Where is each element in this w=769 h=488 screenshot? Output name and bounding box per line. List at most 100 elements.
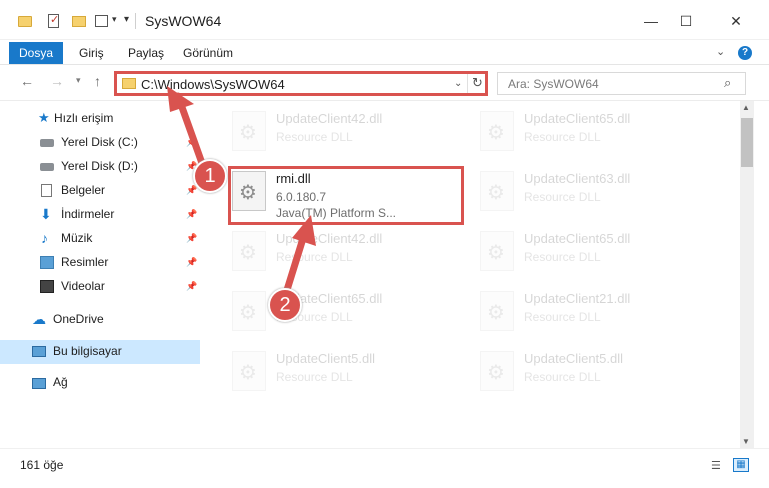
video-icon [40, 280, 54, 293]
scroll-thumb[interactable] [741, 118, 753, 167]
step-1-badge: 1 [193, 159, 227, 193]
tiles-view-icon[interactable]: ▦ [733, 458, 749, 472]
sidebar-item-label: Hızlı erişim [54, 111, 114, 125]
pin-icon[interactable]: 📌 [186, 185, 197, 196]
file-name: UpdateClient65.dll [524, 111, 631, 126]
sidebar-item-pictures[interactable]: Resimler 📌 [0, 251, 200, 275]
title-bar: ▾ ▾ SysWOW64 — ☐ ✕ [0, 0, 769, 40]
disk-icon [40, 163, 54, 171]
computer-icon [32, 346, 46, 357]
chevron-down-icon[interactable]: ⌄ [454, 78, 462, 89]
sidebar-item-label: Yerel Disk (D:) [61, 159, 138, 173]
file-type: Resource DLL [524, 250, 601, 264]
sidebar-item-videos[interactable]: Videolar 📌 [0, 275, 200, 299]
dll-file-icon [480, 231, 514, 271]
forward-icon[interactable]: → [50, 73, 64, 89]
file-name: UpdateClient5.dll [276, 351, 376, 366]
sidebar-item-label: Belgeler [61, 183, 106, 197]
pin-icon[interactable]: 📌 [186, 233, 197, 244]
scroll-up-icon[interactable]: ▲ [742, 103, 750, 112]
close-button[interactable]: ✕ [713, 10, 759, 32]
pin-icon[interactable]: 📌 [186, 209, 197, 220]
file-item[interactable]: UpdateClient42.dll Resource DLL [210, 225, 440, 280]
pin-icon[interactable]: 📌 [186, 137, 197, 148]
sidebar-item-music[interactable]: ♪ Müzik 📌 [0, 227, 200, 251]
ribbon-tabs: Dosya Giriş Paylaş Görünüm ⌄ ? [0, 40, 769, 65]
search-icon[interactable]: ⌕ [724, 75, 731, 91]
file-list: UpdateClient42.dll Resource DLL UpdateCl… [210, 101, 740, 448]
dll-file-icon [232, 291, 266, 331]
file-type: Resource DLL [524, 130, 601, 144]
sidebar-item-label: Müzik [61, 231, 93, 245]
dll-file-icon [232, 111, 266, 151]
help-icon[interactable]: ? [738, 46, 752, 60]
star-icon: ★ [38, 110, 50, 125]
file-name: UpdateClient63.dll [524, 171, 631, 186]
search-input[interactable]: Ara: SysWOW64 ⌕ [497, 72, 746, 95]
sidebar-item-label: Yerel Disk (C:) [61, 135, 138, 149]
file-name: UpdateClient65.dll [524, 231, 631, 246]
folder-icon [18, 16, 32, 27]
sidebar-item-quick-access[interactable]: ★ Hızlı erişim [0, 107, 200, 131]
back-icon[interactable]: ← [20, 73, 34, 89]
up-icon[interactable]: ↑ [94, 73, 101, 89]
dll-file-icon [232, 351, 266, 391]
sidebar-item-label: Resimler [61, 255, 109, 269]
sidebar-item-downloads[interactable]: ⬇ İndirmeler 📌 [0, 203, 200, 227]
file-type: Resource DLL [524, 190, 601, 204]
address-bar[interactable]: C:\Windows\SysWOW64 ⌄ ↻ [114, 71, 488, 96]
tab-view[interactable]: Görünüm [183, 42, 233, 64]
step-2-badge: 2 [268, 288, 302, 322]
file-item[interactable]: UpdateClient65.dll Resource DLL [458, 105, 688, 160]
sidebar-item-onedrive[interactable]: ☁ OneDrive [0, 308, 200, 332]
pin-icon[interactable]: 📌 [186, 257, 197, 268]
view-icon[interactable] [95, 15, 108, 27]
search-placeholder: Ara: SysWOW64 [508, 77, 599, 91]
dll-file-icon [480, 171, 514, 211]
sidebar-item-documents[interactable]: Belgeler 📌 [0, 179, 200, 203]
file-item[interactable]: UpdateClient42.dll Resource DLL [210, 105, 440, 160]
sidebar-item-local-disk-d[interactable]: Yerel Disk (D:) 📌 [0, 155, 200, 179]
file-item[interactable]: UpdateClient65.dll Resource DLL [210, 285, 440, 340]
tab-share[interactable]: Paylaş [128, 42, 164, 64]
file-type: Resource DLL [524, 310, 601, 324]
file-item[interactable]: UpdateClient5.dll Resource DLL [210, 345, 440, 400]
scroll-down-icon[interactable]: ▼ [742, 437, 750, 446]
recent-locations-icon[interactable]: ▾ [76, 75, 81, 86]
file-name: UpdateClient42.dll [276, 111, 383, 126]
new-folder-icon[interactable] [72, 16, 86, 27]
file-name: UpdateClient5.dll [524, 351, 624, 366]
sidebar-item-network[interactable]: Ağ [0, 371, 200, 395]
folder-icon [122, 78, 136, 89]
tab-home[interactable]: Giriş [79, 42, 104, 64]
properties-check-icon[interactable] [48, 13, 59, 28]
dll-file-icon [480, 111, 514, 151]
sidebar-item-local-disk-c[interactable]: Yerel Disk (C:) 📌 [0, 131, 200, 155]
vertical-scrollbar[interactable]: ▲ ▼ [740, 101, 754, 448]
expand-ribbon-icon[interactable]: ⌄ [716, 45, 725, 58]
sidebar-item-label: Ağ [53, 375, 68, 389]
maximize-button[interactable]: ☐ [663, 10, 709, 32]
highlight-box [228, 166, 464, 225]
cloud-icon: ☁ [32, 311, 46, 327]
download-icon: ⬇ [40, 206, 52, 222]
music-icon: ♪ [41, 230, 48, 246]
customize-toolbar-icon[interactable]: ▾ [124, 14, 129, 25]
navigation-bar: ← → ▾ ↑ C:\Windows\SysWOW64 ⌄ ↻ Ara: Sys… [0, 66, 769, 101]
file-item[interactable]: UpdateClient21.dll Resource DLL [458, 285, 688, 340]
refresh-icon[interactable]: ↻ [472, 75, 483, 91]
dll-file-icon [480, 351, 514, 391]
file-item[interactable]: UpdateClient63.dll Resource DLL [458, 165, 688, 220]
tab-file[interactable]: Dosya [9, 42, 63, 64]
pin-icon[interactable]: 📌 [186, 281, 197, 292]
chevron-down-icon[interactable]: ▾ [112, 14, 117, 25]
network-icon [32, 378, 46, 389]
document-icon [41, 184, 52, 197]
sidebar-item-this-pc[interactable]: Bu bilgisayar [0, 340, 200, 364]
sidebar-item-label: Bu bilgisayar [53, 344, 122, 358]
file-item[interactable]: UpdateClient5.dll Resource DLL [458, 345, 688, 400]
title-divider [135, 13, 136, 29]
details-view-icon[interactable]: ☰ [711, 459, 721, 472]
file-item[interactable]: UpdateClient65.dll Resource DLL [458, 225, 688, 280]
address-path[interactable]: C:\Windows\SysWOW64 [141, 77, 285, 92]
